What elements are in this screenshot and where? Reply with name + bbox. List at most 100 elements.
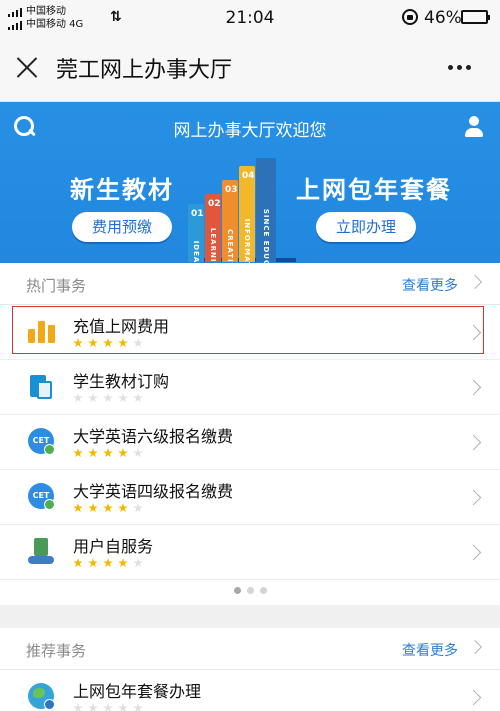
rating-stars: [73, 393, 143, 403]
status-bar: 中国移动 中国移动 4G ⇅ 21:04 46%: [0, 0, 500, 34]
item-label: 大学英语四级报名缴费: [73, 482, 234, 501]
list-item[interactable]: 充值上网费用: [0, 306, 500, 360]
star-icon: [88, 448, 98, 458]
star-icon: [88, 503, 98, 513]
star-icon: [103, 393, 113, 403]
battery-icon: [461, 10, 490, 24]
close-icon[interactable]: [14, 54, 40, 80]
cet-icon: CET: [28, 428, 56, 456]
hero-title: 网上办事大厅欢迎您: [173, 121, 327, 141]
page-title: 莞工网上办事大厅: [56, 58, 233, 83]
prepay-button[interactable]: 费用预缴: [72, 212, 173, 242]
list-item[interactable]: CET 大学英语六级报名缴费: [0, 416, 500, 470]
globe-icon: [28, 683, 56, 711]
book-number: 03: [225, 185, 238, 195]
star-icon: [118, 558, 128, 568]
star-icon: [73, 338, 83, 348]
page-dot[interactable]: [259, 587, 267, 594]
book-spine: 01 IDEA: [188, 204, 204, 263]
hero-header: 网上办事大厅欢迎您: [0, 102, 500, 152]
recommended-affairs-panel: 推荐事务 查看更多 上网包年套餐办理: [0, 628, 500, 711]
chevron-right-icon[interactable]: [465, 434, 482, 451]
view-more-link[interactable]: 查看更多: [402, 640, 458, 660]
star-icon: [118, 393, 128, 403]
item-label: 学生教材订购: [73, 372, 170, 391]
star-icon: [88, 338, 98, 348]
banner-left-text: 新生教材: [70, 176, 174, 204]
rating-stars: [73, 448, 143, 458]
hot-affairs-panel: 热门事务 查看更多 充值上网费用 学生教材订购 CET 大学英语六级报名缴费 CET 大学…: [0, 263, 500, 605]
book-title: LEARNING: [209, 227, 217, 263]
star-icon: [103, 448, 113, 458]
chevron-right-icon[interactable]: [467, 639, 483, 655]
book-spine: 04 INFORMATION: [239, 166, 255, 263]
star-icon: [133, 558, 143, 568]
star-icon: [133, 448, 143, 458]
star-icon: [73, 503, 83, 513]
self-service-icon: [28, 538, 56, 566]
star-icon: [103, 503, 113, 513]
star-icon: [73, 703, 83, 711]
user-icon[interactable]: [464, 116, 484, 138]
book-spine: 03 CREATIVE: [222, 180, 238, 263]
star-icon: [88, 558, 98, 568]
star-icon: [118, 338, 128, 348]
chevron-right-icon[interactable]: [465, 489, 482, 506]
list-item[interactable]: 学生教材订购: [0, 361, 500, 415]
rotation-lock-icon: [402, 9, 418, 25]
item-label: 充值上网费用: [73, 317, 170, 336]
book-number: 01: [191, 209, 204, 219]
bar-chart-icon: [28, 318, 56, 346]
star-icon: [133, 338, 143, 348]
item-label: 大学英语六级报名缴费: [73, 427, 234, 446]
star-icon: [118, 703, 128, 711]
star-icon: [73, 448, 83, 458]
star-icon: [103, 338, 113, 348]
apply-now-button[interactable]: 立即办理: [316, 212, 417, 242]
star-icon: [88, 703, 98, 711]
book-title: IDEA: [192, 240, 200, 263]
page-indicator: [0, 587, 500, 594]
hot-affairs-header: 热门事务 查看更多: [0, 263, 500, 305]
star-icon: [118, 503, 128, 513]
battery-percent: 46%: [424, 8, 462, 28]
rating-stars: [73, 503, 143, 513]
star-icon: [73, 558, 83, 568]
page: 中国移动 中国移动 4G ⇅ 21:04 46% 莞工网上办事大厅 网上办事大厅…: [0, 0, 500, 711]
star-icon: [133, 393, 143, 403]
star-icon: [103, 703, 113, 711]
rating-stars: [73, 338, 143, 348]
cet-icon: CET: [28, 483, 56, 511]
page-dot[interactable]: [246, 587, 254, 594]
chevron-right-icon[interactable]: [467, 274, 483, 290]
section-title: 热门事务: [26, 277, 87, 295]
list-item[interactable]: 用户自服务: [0, 526, 500, 580]
hero-banner: 网上办事大厅欢迎您 新生教材 上网包年套餐 费用预缴 立即办理 01 IDEA 02…: [0, 102, 500, 263]
book-number: 02: [208, 199, 221, 209]
star-icon: [133, 503, 143, 513]
star-icon: [133, 703, 143, 711]
book-title: CREATIVE: [226, 229, 234, 263]
books-illustration: 01 IDEA 02 LEARNING 03 CREATIVE 04 INFORMATION S…: [188, 152, 296, 263]
rating-stars: [73, 703, 143, 711]
star-icon: [73, 393, 83, 403]
more-options-icon[interactable]: [448, 65, 471, 70]
star-icon: [103, 558, 113, 568]
list-item[interactable]: CET 大学英语四级报名缴费: [0, 471, 500, 525]
book-spine: SINCE EDUCATION: [256, 158, 276, 263]
books-icon: [28, 373, 56, 401]
book-number: 04: [242, 171, 255, 181]
list-item[interactable]: 上网包年套餐办理: [0, 671, 500, 711]
section-title: 推荐事务: [26, 642, 87, 660]
star-icon: [88, 393, 98, 403]
chevron-right-icon[interactable]: [465, 379, 482, 396]
page-dot[interactable]: [233, 587, 241, 594]
rating-stars: [73, 558, 143, 568]
chevron-right-icon[interactable]: [465, 689, 482, 706]
recommended-affairs-header: 推荐事务 查看更多: [0, 628, 500, 670]
book-title: INFORMATION: [243, 218, 251, 263]
item-label: 上网包年套餐办理: [73, 682, 202, 701]
chevron-right-icon[interactable]: [465, 544, 482, 561]
view-more-link[interactable]: 查看更多: [402, 275, 458, 295]
star-icon: [118, 448, 128, 458]
